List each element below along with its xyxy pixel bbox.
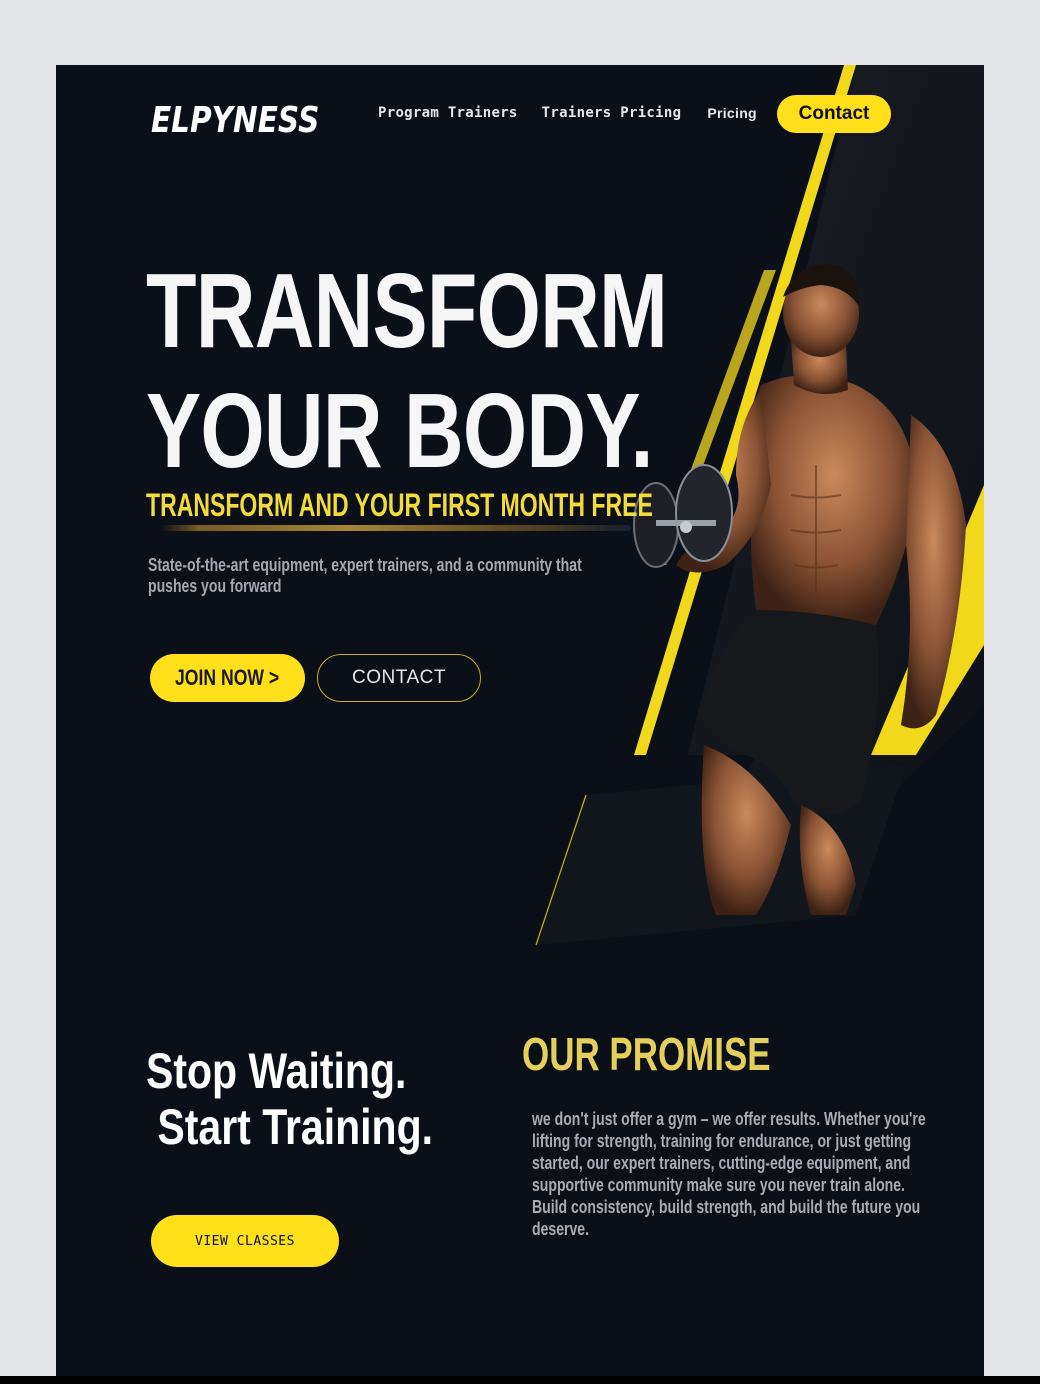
hero-subtitle: TRANSFORM AND YOUR FIRST MONTH FREE: [146, 487, 653, 523]
view-classes-button[interactable]: VIEW CLASSES: [151, 1215, 339, 1267]
hero-title-line-1: TRANSFORM: [146, 252, 668, 370]
promise-text: we don't just offer a gym – we offer res…: [532, 1109, 926, 1239]
contact-button[interactable]: Contact: [777, 95, 891, 133]
nav-item-program-trainers[interactable]: Program Trainers: [378, 105, 518, 121]
nav-item-trainers-pricing[interactable]: Trainers Pricing: [542, 105, 682, 121]
stop-waiting-heading: Stop Waiting. Start Training.: [146, 1043, 434, 1155]
bottom-edge-bar: [0, 1376, 1040, 1384]
promise-heading: OUR PROMISE: [522, 1028, 771, 1080]
nav-item-pricing[interactable]: Pricing: [707, 105, 757, 121]
brush-stroke-divider: [161, 525, 631, 531]
join-now-label: JOIN NOW >: [175, 665, 280, 690]
hero-title: TRANSFORM YOUR BODY.: [146, 251, 668, 491]
hero-contact-button[interactable]: CONTACT: [317, 654, 481, 702]
hero-title-line-2: YOUR BODY.: [146, 372, 654, 490]
page-frame: ELPYNESS Program Trainers Trainers Prici…: [56, 65, 984, 1384]
join-now-button[interactable]: JOIN NOW >: [150, 654, 305, 702]
brand-logo[interactable]: ELPYNESS: [151, 100, 319, 141]
hero-description: State-of-the-art equipment, expert train…: [148, 555, 582, 596]
main-nav: Program Trainers Trainers Pricing Pricin…: [378, 105, 757, 121]
